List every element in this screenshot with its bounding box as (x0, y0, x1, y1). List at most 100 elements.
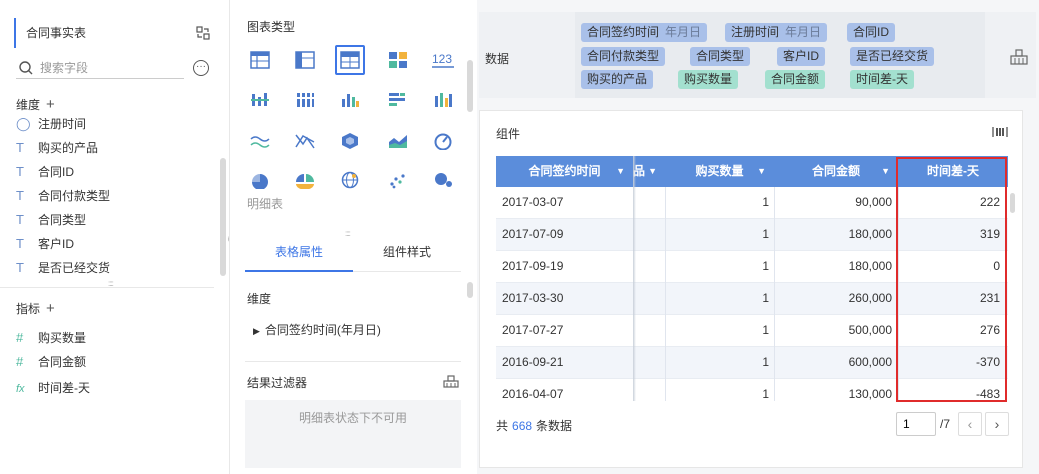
caret-down-icon[interactable]: ▼ (881, 156, 890, 187)
field-item[interactable]: fx 时间差-天 (16, 377, 90, 399)
field-pill[interactable]: 购买的产品 (581, 70, 654, 89)
table-icon[interactable] (245, 45, 275, 75)
column-icon[interactable] (335, 85, 365, 115)
config-tabs: 表格属性 组件样式 (245, 236, 461, 272)
dimension-item[interactable]: ▶ 合同签约时间(年月日) (253, 321, 381, 338)
search-input[interactable] (40, 58, 180, 78)
number-123-icon[interactable]: 123 (428, 45, 458, 75)
text-field-icon: T (16, 260, 24, 275)
pill-label: 是否已经交货 (856, 49, 929, 63)
field-pill[interactable]: 合同类型 (690, 47, 751, 66)
column-header[interactable]: 合同签约时间 ▼ (496, 156, 633, 187)
page-number-input[interactable] (896, 412, 936, 436)
tab-component-style[interactable]: 组件样式 (353, 236, 461, 272)
scatter-icon[interactable] (383, 165, 413, 195)
next-page-button[interactable]: › (985, 412, 1009, 436)
dimension-section-label: 维度 (247, 292, 272, 306)
cell-amount: 90,000 (855, 195, 892, 209)
dimensions-label: 维度 (16, 98, 41, 112)
pie-split-icon[interactable] (290, 165, 320, 195)
prev-page-button[interactable]: ‹ (958, 412, 982, 436)
table-scrollbar[interactable] (1010, 193, 1015, 213)
properties-scrollbar[interactable] (467, 282, 473, 298)
record-count: 共 668 条数据 (496, 417, 572, 434)
detail-table-icon[interactable] (335, 45, 365, 75)
cell-quantity: 1 (762, 227, 769, 241)
field-item[interactable]: T 购买的产品 (16, 137, 98, 159)
grouped-bar-icon[interactable] (245, 85, 275, 115)
field-panel: 合同事实表 ··· 维度 + ◯ 注册时间 T 购买的产品 T 合同ID T 合同付款类型… (0, 0, 235, 474)
column-header[interactable]: 合同金额 ▼ (774, 156, 898, 187)
cell-amount: 180,000 (848, 259, 892, 273)
number-field-icon: # (16, 330, 24, 345)
cell-amount: 600,000 (848, 355, 892, 369)
count-suffix: 条数据 (536, 419, 573, 433)
field-search (16, 57, 184, 79)
column-divider (774, 187, 775, 401)
field-pill[interactable]: 合同签约时间 年月日 (581, 23, 708, 42)
data-settings-icon[interactable] (1010, 48, 1028, 66)
pill-label: 合同类型 (696, 49, 745, 63)
column-header[interactable]: 品 ▼ (633, 156, 665, 187)
pill-granularity: 年月日 (665, 25, 702, 39)
caret-right-icon: ▶ (253, 326, 260, 336)
dataset-title-label: 合同事实表 (26, 26, 87, 40)
field-item[interactable]: ◯ 注册时间 (16, 118, 86, 135)
cell-date: 2016-04-07 (502, 387, 564, 401)
cell-amount: 130,000 (848, 387, 892, 401)
column-header[interactable]: 购买数量 ▼ (665, 156, 774, 187)
line-cross-icon[interactable] (290, 126, 320, 156)
cube-icon[interactable] (335, 126, 365, 156)
field-pill[interactable]: 合同ID (847, 23, 896, 42)
field-item[interactable]: T 合同付款类型 (16, 185, 110, 207)
pill-label: 合同金额 (771, 72, 820, 86)
chart-type-title: 图表类型 (247, 20, 296, 34)
caret-down-icon[interactable]: ▼ (616, 156, 625, 187)
bar-split-icon[interactable] (428, 85, 458, 115)
field-pill[interactable]: 时间差-天 (850, 70, 914, 89)
field-item[interactable]: T 是否已经交货 (16, 257, 110, 276)
dimension-scrollbar[interactable] (220, 158, 226, 276)
more-options-icon[interactable]: ··· (193, 60, 209, 76)
field-item[interactable]: T 合同类型 (16, 209, 86, 231)
field-item[interactable]: T 合同ID (16, 161, 74, 183)
cross-table-icon[interactable] (290, 45, 320, 75)
bar-icon[interactable] (383, 85, 413, 115)
pie-icon[interactable] (245, 165, 275, 195)
kpi-grid-icon[interactable] (383, 45, 413, 75)
field-pill[interactable]: 购买数量 (678, 70, 739, 89)
field-pill[interactable]: 注册时间 年月日 (725, 23, 828, 42)
area-icon[interactable] (383, 126, 413, 156)
field-item[interactable]: # 购买数量 (16, 327, 86, 349)
line-wave-icon[interactable] (245, 126, 275, 156)
dataset-title[interactable]: 合同事实表 (14, 18, 214, 48)
add-dimension-icon[interactable]: + (46, 96, 55, 113)
bubble-icon[interactable] (428, 165, 458, 195)
field-pill[interactable]: 是否已经交货 (850, 47, 935, 66)
field-pill[interactable]: 合同付款类型 (581, 47, 666, 66)
cell-quantity: 1 (762, 323, 769, 337)
field-item[interactable]: T 客户ID (16, 233, 74, 255)
switch-dataset-icon[interactable] (196, 26, 210, 40)
globe-icon[interactable] (335, 165, 365, 195)
chart-type-scrollbar[interactable] (467, 60, 473, 112)
caret-down-icon[interactable]: ▼ (757, 156, 766, 187)
cell-date: 2016-09-21 (502, 355, 564, 369)
field-pill[interactable]: 客户ID (777, 47, 826, 66)
gauge-icon[interactable] (428, 126, 458, 156)
cell-quantity: 1 (762, 259, 769, 273)
text-field-icon: T (16, 236, 24, 251)
caret-down-icon[interactable]: ▼ (648, 156, 657, 187)
stacked-column-icon[interactable] (290, 85, 320, 115)
tab-table-properties[interactable]: 表格属性 (245, 236, 353, 272)
count-prefix: 共 (496, 419, 509, 433)
header-label: 购买数量 (695, 164, 744, 178)
filter-settings-icon[interactable] (443, 374, 459, 388)
field-label: 注册时间 (38, 118, 87, 131)
field-pill[interactable]: 合同金额 (765, 70, 826, 89)
add-measure-icon[interactable]: + (46, 300, 55, 317)
selected-chart-type: 明细表 (247, 197, 284, 211)
column-width-icon[interactable] (992, 125, 1008, 139)
field-item[interactable]: # 合同金额 (16, 351, 86, 373)
cell-date: 2017-07-27 (502, 323, 564, 337)
